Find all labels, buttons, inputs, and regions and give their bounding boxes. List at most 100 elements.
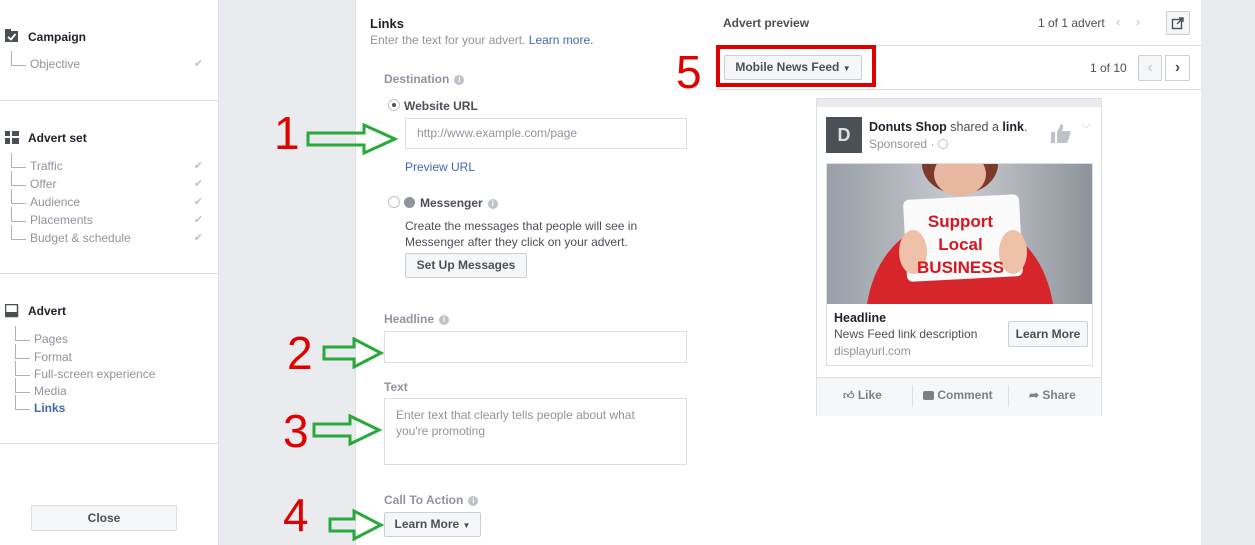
- links-form: Links Enter the text for your advert. Le…: [355, 0, 717, 545]
- caret-down-icon: ▼: [462, 521, 471, 530]
- share-label: Share: [1042, 388, 1076, 402]
- nav-item-audience[interactable]: Audience ✔: [8, 189, 208, 211]
- comment-icon: [923, 391, 934, 400]
- left-navigation: Campaign Objective ✔ Advert set Traffic ✔ …: [0, 0, 219, 545]
- nav-item-media[interactable]: Media: [12, 378, 212, 400]
- info-icon[interactable]: i: [487, 199, 498, 209]
- nav-item-label: Media: [34, 384, 67, 398]
- post-action-bar: 👍︎ Like Comment ➦ Share: [817, 377, 1101, 416]
- nav-item-pages[interactable]: Pages: [12, 326, 212, 348]
- messenger-icon: [404, 197, 415, 208]
- nav-item-label: Format: [34, 350, 73, 364]
- comment-action[interactable]: Comment: [923, 388, 993, 402]
- info-icon[interactable]: i: [454, 75, 465, 85]
- card-display-url: displayurl.com: [834, 344, 911, 358]
- nav-section-title[interactable]: Advert set: [28, 131, 87, 145]
- tree-line: [11, 225, 26, 240]
- mobile-feed-preview: D Donuts Shop shared a link. Sponsored ·…: [816, 98, 1102, 416]
- check-icon: ✔: [193, 58, 203, 70]
- headline-label: Headline i: [384, 312, 450, 326]
- campaign-check-icon: [5, 29, 18, 42]
- call-to-action-dropdown[interactable]: Learn More ▼: [384, 512, 481, 537]
- textarea-placeholder-line: Enter text that clearly tells people abo…: [396, 408, 635, 422]
- previous-advert-icon[interactable]: ‹: [1116, 14, 1120, 29]
- open-external-button[interactable]: [1166, 11, 1190, 35]
- nav-item-offer[interactable]: Offer ✔: [8, 171, 208, 193]
- messenger-description: Create the messages that people will see…: [405, 218, 637, 250]
- green-arrow-4-icon: [328, 509, 384, 541]
- nav-item-label: Traffic: [30, 159, 63, 173]
- set-up-messages-button[interactable]: Set Up Messages: [405, 253, 527, 278]
- advert-icon: [5, 304, 19, 318]
- ad-image-text: BUSINESS: [917, 258, 1004, 277]
- tree-line: [11, 189, 26, 204]
- nav-section-title[interactable]: Campaign: [28, 30, 86, 44]
- like-icon: 👍︎: [843, 390, 855, 402]
- nav-item-budget-schedule[interactable]: Budget & schedule ✔: [8, 225, 208, 247]
- sponsored-text: Sponsored: [869, 137, 928, 151]
- tree-line: [15, 361, 30, 376]
- nav-section-title[interactable]: Advert: [28, 304, 66, 318]
- previous-page-button[interactable]: ‹: [1138, 55, 1162, 81]
- advert-count: 1 of 1 advert: [1038, 16, 1105, 30]
- sponsored-label: Sponsored ·: [869, 137, 948, 151]
- green-arrow-3-icon: [312, 414, 382, 446]
- globe-icon: [937, 139, 948, 149]
- annotation-number-3: 3: [283, 405, 309, 457]
- info-icon[interactable]: i: [468, 496, 479, 506]
- nav-item-objective[interactable]: Objective ✔: [8, 51, 208, 73]
- call-to-action-label: Call To Action i: [384, 493, 479, 507]
- card-learn-more-button[interactable]: Learn More: [1008, 321, 1088, 347]
- link-word[interactable]: link: [1002, 120, 1024, 134]
- check-icon: ✔: [193, 160, 203, 172]
- page-count: 1 of 10: [1090, 61, 1127, 75]
- nav-item-traffic[interactable]: Traffic ✔: [8, 153, 208, 175]
- nav-item-links[interactable]: Links: [12, 395, 212, 417]
- period: .: [1023, 120, 1028, 134]
- ad-image-text: Local: [938, 235, 983, 254]
- website-url-input[interactable]: http://www.example.com/page: [405, 118, 687, 149]
- messenger-radio[interactable]: [388, 196, 400, 208]
- post-options-chevron-icon[interactable]: ⌵: [1082, 119, 1090, 132]
- annotation-number-5: 5: [676, 46, 702, 98]
- nav-item-placements[interactable]: Placements ✔: [8, 207, 208, 229]
- comment-label: Comment: [937, 388, 993, 402]
- next-advert-icon[interactable]: ›: [1136, 14, 1140, 29]
- like-label: Like: [857, 388, 882, 402]
- shared-text: shared a: [950, 120, 999, 134]
- headline-label-text: Headline: [384, 312, 435, 326]
- messenger-label: Messenger i: [404, 196, 498, 210]
- nav-item-label: Objective: [30, 57, 81, 71]
- nav-item-full-screen-experience[interactable]: Full-screen experience: [12, 361, 212, 383]
- close-button[interactable]: Close: [31, 505, 177, 531]
- green-arrow-2-icon: [322, 337, 384, 369]
- nav-section-advert-set: Advert set Traffic ✔ Offer ✔ Audience ✔ Pla…: [0, 101, 218, 274]
- subtitle-text: Enter the text for your advert.: [370, 33, 526, 47]
- preview-url-link[interactable]: Preview URL: [405, 160, 475, 174]
- nav-item-label: Placements: [30, 213, 93, 227]
- feed-top-bar: [817, 99, 1101, 107]
- like-action[interactable]: 👍︎ Like: [843, 388, 882, 402]
- link-card[interactable]: Support Local BUSINESS Headline News Fee…: [826, 163, 1093, 366]
- text-textarea[interactable]: Enter text that clearly tells people abo…: [384, 398, 687, 465]
- learn-more-link[interactable]: Learn more.: [529, 33, 594, 47]
- thumbs-up-page-icon[interactable]: [1049, 121, 1073, 145]
- nav-item-format[interactable]: Format: [12, 344, 212, 366]
- next-page-button[interactable]: ›: [1165, 55, 1190, 81]
- info-icon[interactable]: i: [439, 315, 450, 325]
- destination-label: Destination i: [384, 72, 465, 86]
- check-icon: ✔: [193, 214, 203, 226]
- destination-label-text: Destination: [384, 72, 450, 86]
- messenger-description-line: Messenger after they click on your adver…: [405, 235, 628, 249]
- headline-input[interactable]: [384, 331, 687, 363]
- share-action[interactable]: ➦ Share: [1029, 388, 1076, 402]
- section-subtitle: Enter the text for your advert. Learn mo…: [370, 33, 593, 47]
- page-name[interactable]: Donuts Shop: [869, 120, 947, 134]
- divider: [716, 89, 1201, 90]
- textarea-placeholder-line: you're promoting: [396, 424, 486, 438]
- tree-line: [11, 51, 26, 66]
- divider: [1008, 385, 1009, 407]
- check-icon: ✔: [193, 178, 203, 190]
- tree-line: [11, 171, 26, 186]
- website-url-radio[interactable]: [388, 99, 400, 111]
